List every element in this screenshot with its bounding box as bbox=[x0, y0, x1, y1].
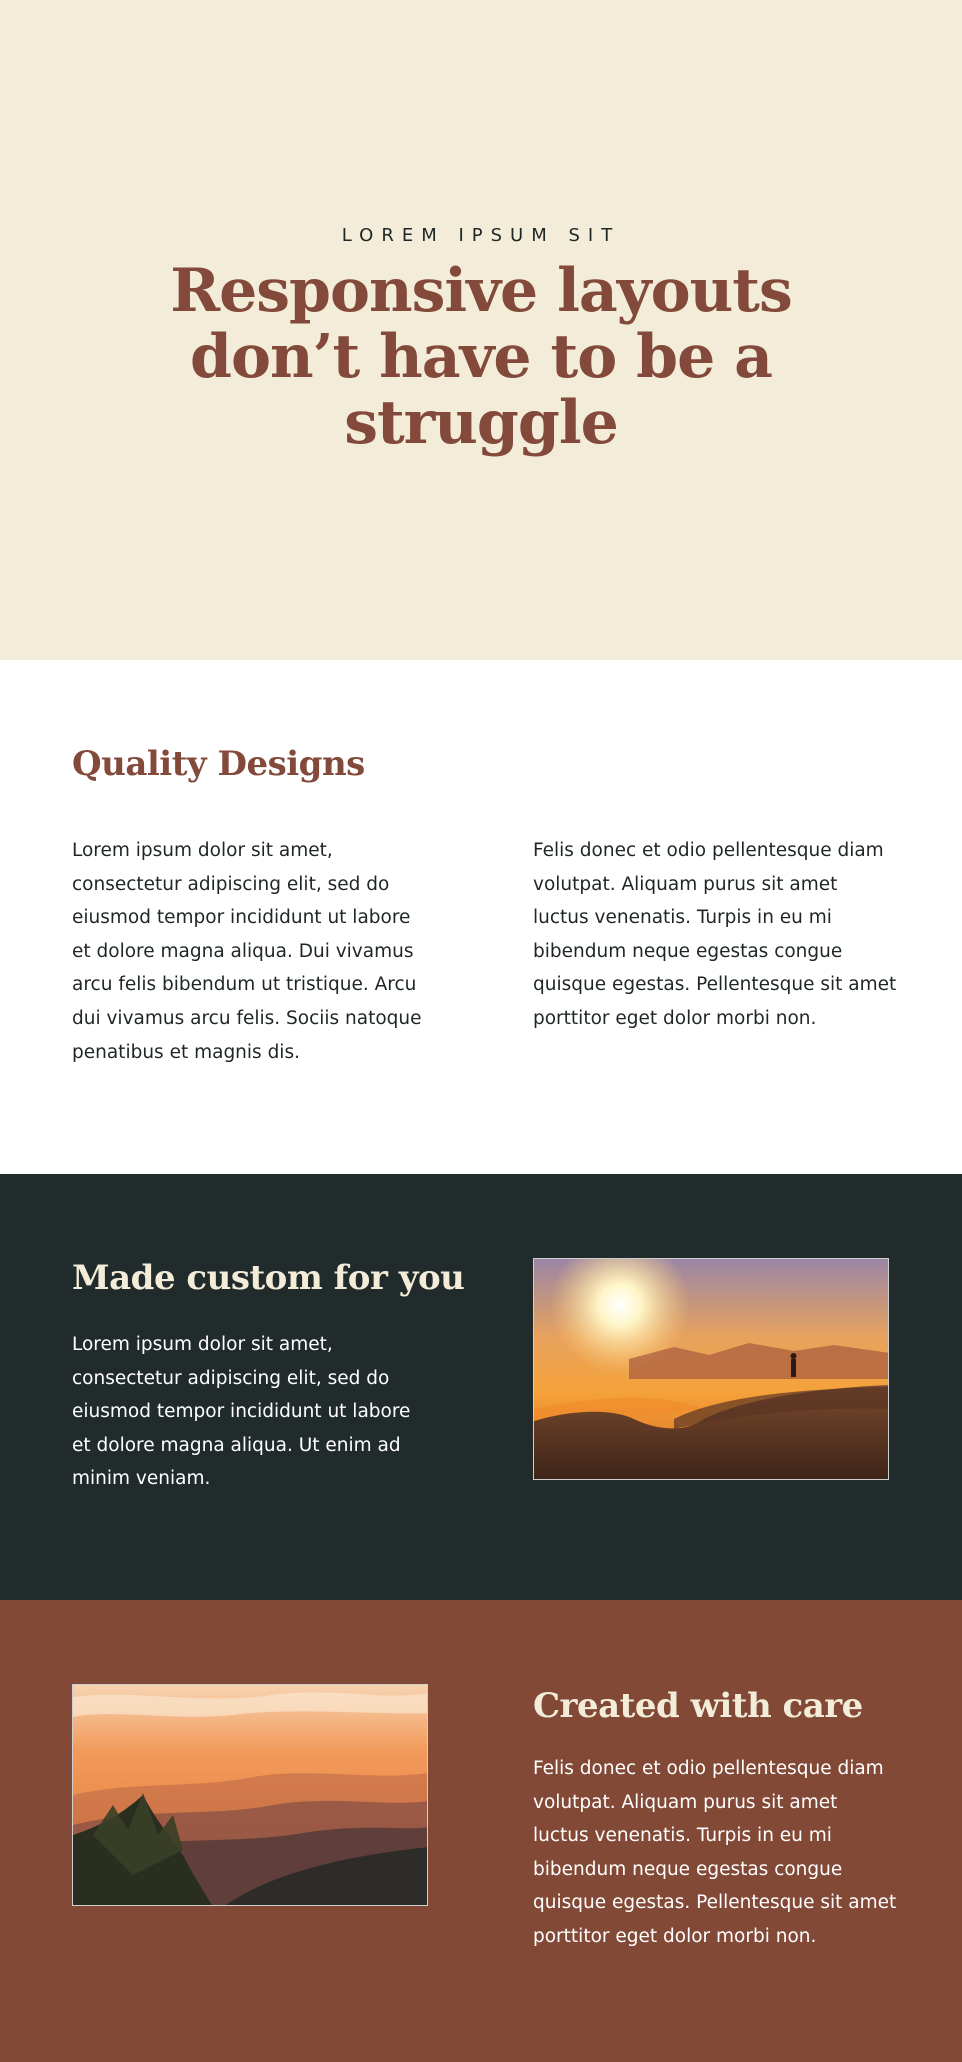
sunrise-mountain-image bbox=[534, 1259, 888, 1479]
made-custom-paragraph: Lorem ipsum dolor sit amet, consectetur … bbox=[72, 1334, 411, 1490]
quality-designs-title: Quality Designs bbox=[72, 744, 365, 784]
quality-right-paragraph: Felis donec et odio pellentesque diam vo… bbox=[533, 840, 897, 1029]
sunrise-mountain-photo bbox=[533, 1258, 889, 1480]
quality-left-paragraph: Lorem ipsum dolor sit amet, consectetur … bbox=[72, 840, 422, 1063]
misty-mountains-photo bbox=[72, 1684, 428, 1906]
created-with-care-section: Created with care Felis donec et odio pe… bbox=[0, 1600, 962, 2062]
hero-eyebrow: LOREM IPSUM SIT bbox=[341, 225, 621, 246]
made-custom-section: Made custom for you Lorem ipsum dolor si… bbox=[0, 1174, 962, 1600]
made-custom-title: Made custom for you bbox=[72, 1258, 465, 1298]
hero-title: Responsive layouts don’t have to be a st… bbox=[170, 256, 793, 458]
quality-designs-section: Quality Designs Lorem ipsum dolor sit am… bbox=[0, 660, 962, 1174]
created-with-care-title: Created with care bbox=[533, 1686, 863, 1726]
created-with-care-paragraph: Felis donec et odio pellentesque diam vo… bbox=[533, 1758, 897, 1947]
hero-section: LOREM IPSUM SIT Responsive layouts don’t… bbox=[0, 0, 962, 660]
misty-mountains-image bbox=[73, 1685, 427, 1905]
